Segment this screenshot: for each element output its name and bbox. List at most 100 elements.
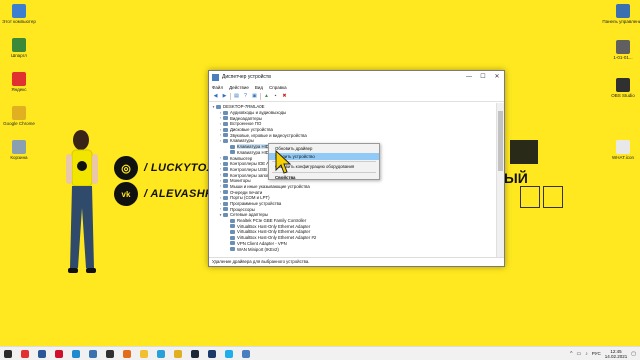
device-icon bbox=[223, 201, 228, 206]
desktop-icon[interactable]: Яндекс bbox=[4, 72, 34, 92]
app-icon bbox=[616, 140, 630, 154]
tray-up-arrow-icon[interactable]: ^ bbox=[570, 351, 572, 357]
menu-help[interactable]: Справка bbox=[269, 85, 287, 90]
back-icon[interactable]: ◀ bbox=[212, 93, 219, 100]
minimize-button[interactable]: — bbox=[462, 71, 476, 83]
menu-action[interactable]: Действие bbox=[229, 85, 249, 90]
desktop-icon-label: 1-01-01... bbox=[613, 55, 633, 60]
word-icon[interactable] bbox=[38, 349, 46, 358]
tree-node-label: Дисковые устройства bbox=[230, 127, 273, 133]
start-icon[interactable] bbox=[4, 349, 12, 358]
menu-bar: Файл Действие Вид Справка bbox=[209, 83, 504, 92]
clock-date: 14.02.2021 bbox=[604, 353, 628, 359]
taskbar: ^ ▭ ♪ РУС 12:45 14.02.2021 ▢ bbox=[0, 346, 640, 360]
vk-icon: vk bbox=[114, 182, 138, 206]
tree-node-label: Сетевые адаптеры bbox=[230, 212, 269, 218]
media-icon[interactable] bbox=[123, 349, 131, 358]
mouse-cursor-icon bbox=[275, 150, 291, 174]
toolbar-divider bbox=[260, 93, 261, 100]
scrollbar-thumb[interactable] bbox=[498, 111, 503, 171]
device-icon bbox=[223, 184, 228, 189]
tree-node-label: VirtualBox Host-Only Ethernet Adapter #2 bbox=[237, 235, 317, 241]
network-icon[interactable]: ▭ bbox=[576, 351, 581, 357]
disable-icon[interactable]: ▪ bbox=[272, 93, 279, 100]
update-driver-icon[interactable]: ▲ bbox=[263, 93, 270, 100]
tree-node-label: DESKTOP-7RMLA0E bbox=[223, 104, 265, 110]
device-manager-icon bbox=[212, 73, 219, 81]
skype-icon[interactable] bbox=[225, 349, 233, 358]
device-icon bbox=[230, 247, 235, 252]
tree-node-label: Realtek PCIe GBE Family Controller bbox=[237, 218, 307, 224]
steam-icon[interactable] bbox=[191, 349, 199, 358]
language-indicator[interactable]: РУС bbox=[592, 351, 601, 356]
vk-app-icon[interactable] bbox=[89, 349, 97, 358]
device-icon bbox=[230, 144, 235, 149]
desktop-icon[interactable]: OBS Studio bbox=[608, 78, 638, 98]
tree-node-label: Мыши и иные указывающие устройства bbox=[230, 183, 310, 189]
device-icon bbox=[230, 235, 235, 240]
device-icon bbox=[223, 178, 228, 183]
maximize-button[interactable]: ☐ bbox=[476, 71, 490, 83]
chrome-icon[interactable] bbox=[174, 349, 182, 358]
wallpaper-social-row: vk / ALEVASHK bbox=[114, 182, 213, 206]
device-manager-icon[interactable] bbox=[242, 349, 250, 358]
app-icon bbox=[616, 4, 630, 18]
photoshop-icon[interactable] bbox=[208, 349, 216, 358]
tree-node-label: Мониторы bbox=[230, 178, 251, 184]
desktop-icon-label: Панель управления bbox=[602, 19, 640, 24]
title-bar[interactable]: Диспетчер устройств — ☐ ✕ bbox=[209, 71, 504, 83]
desktop-icon[interactable]: Корзина bbox=[4, 140, 34, 160]
device-icon bbox=[230, 150, 235, 155]
edge-icon[interactable] bbox=[72, 349, 80, 358]
desktop-icon[interactable]: Этот компьютер bbox=[2, 4, 36, 24]
app-icon bbox=[616, 40, 630, 54]
device-icon bbox=[223, 195, 228, 200]
desktop-icon[interactable]: 1-01-01... bbox=[608, 40, 638, 60]
volume-icon[interactable]: ♪ bbox=[585, 351, 588, 357]
desktop-icon[interactable]: WHAT.icon bbox=[608, 140, 638, 160]
status-bar: Удаление драйвера для выбранного устройс… bbox=[209, 257, 504, 266]
close-button[interactable]: ✕ bbox=[490, 71, 504, 83]
notifications-icon[interactable]: ▢ bbox=[631, 351, 636, 357]
help-icon[interactable]: ? bbox=[242, 93, 249, 100]
device-icon bbox=[223, 133, 228, 138]
tree-node-label: WAN Miniport (IKEv2) bbox=[237, 246, 279, 252]
app-icon bbox=[12, 4, 26, 18]
scan-icon[interactable]: ▣ bbox=[251, 93, 258, 100]
device-icon bbox=[230, 224, 235, 229]
toolbar-divider bbox=[230, 93, 231, 100]
properties-icon[interactable]: ▤ bbox=[233, 93, 240, 100]
clock[interactable]: 12:45 14.02.2021 bbox=[605, 349, 628, 359]
desktop-icon[interactable]: Шпаргл bbox=[4, 38, 34, 58]
social-handle: / ALEVASHK bbox=[144, 188, 214, 200]
tree-node-label: Программные устройства bbox=[230, 201, 282, 207]
device-icon bbox=[223, 121, 228, 126]
obs-icon[interactable] bbox=[106, 349, 114, 358]
taskbar-apps bbox=[0, 349, 250, 358]
desktop-icon[interactable]: Google Chrome bbox=[3, 106, 35, 126]
tree-node-label: VirtualBox Host-Only Ethernet Adapter bbox=[237, 223, 311, 229]
yandex-icon[interactable] bbox=[21, 349, 29, 358]
explorer-icon[interactable] bbox=[140, 349, 148, 358]
tree-node-label: Аудиовходы и аудиовыходы bbox=[230, 110, 287, 116]
vertical-scrollbar[interactable] bbox=[496, 103, 504, 258]
device-icon bbox=[223, 138, 228, 143]
device-icon bbox=[223, 212, 228, 217]
tree-node-label: Компьютер bbox=[230, 155, 253, 161]
uninstall-icon[interactable]: ✖ bbox=[281, 93, 288, 100]
forward-icon[interactable]: ▶ bbox=[221, 93, 228, 100]
tree-node-label: Звуковые, игровые и видеоустройства bbox=[230, 132, 307, 138]
desktop-icon-label: Яндекс bbox=[11, 87, 27, 92]
opera-icon[interactable] bbox=[55, 349, 63, 358]
desktop-icon[interactable]: Панель управления bbox=[602, 4, 640, 24]
tree-node[interactable]: WAN Miniport (IKEv2) bbox=[209, 246, 498, 252]
instagram-icon: ◎ bbox=[114, 156, 138, 180]
wallpaper-person-image bbox=[66, 130, 98, 273]
telegram-icon[interactable] bbox=[157, 349, 165, 358]
device-icon bbox=[223, 110, 228, 115]
system-tray: ^ ▭ ♪ РУС 12:45 14.02.2021 ▢ bbox=[570, 349, 640, 359]
device-icon bbox=[223, 207, 228, 212]
menu-view[interactable]: Вид bbox=[255, 85, 263, 90]
menu-file[interactable]: Файл bbox=[212, 85, 223, 90]
toolbar: ◀ ▶ ▤ ? ▣ ▲ ▪ ✖ bbox=[209, 92, 504, 102]
